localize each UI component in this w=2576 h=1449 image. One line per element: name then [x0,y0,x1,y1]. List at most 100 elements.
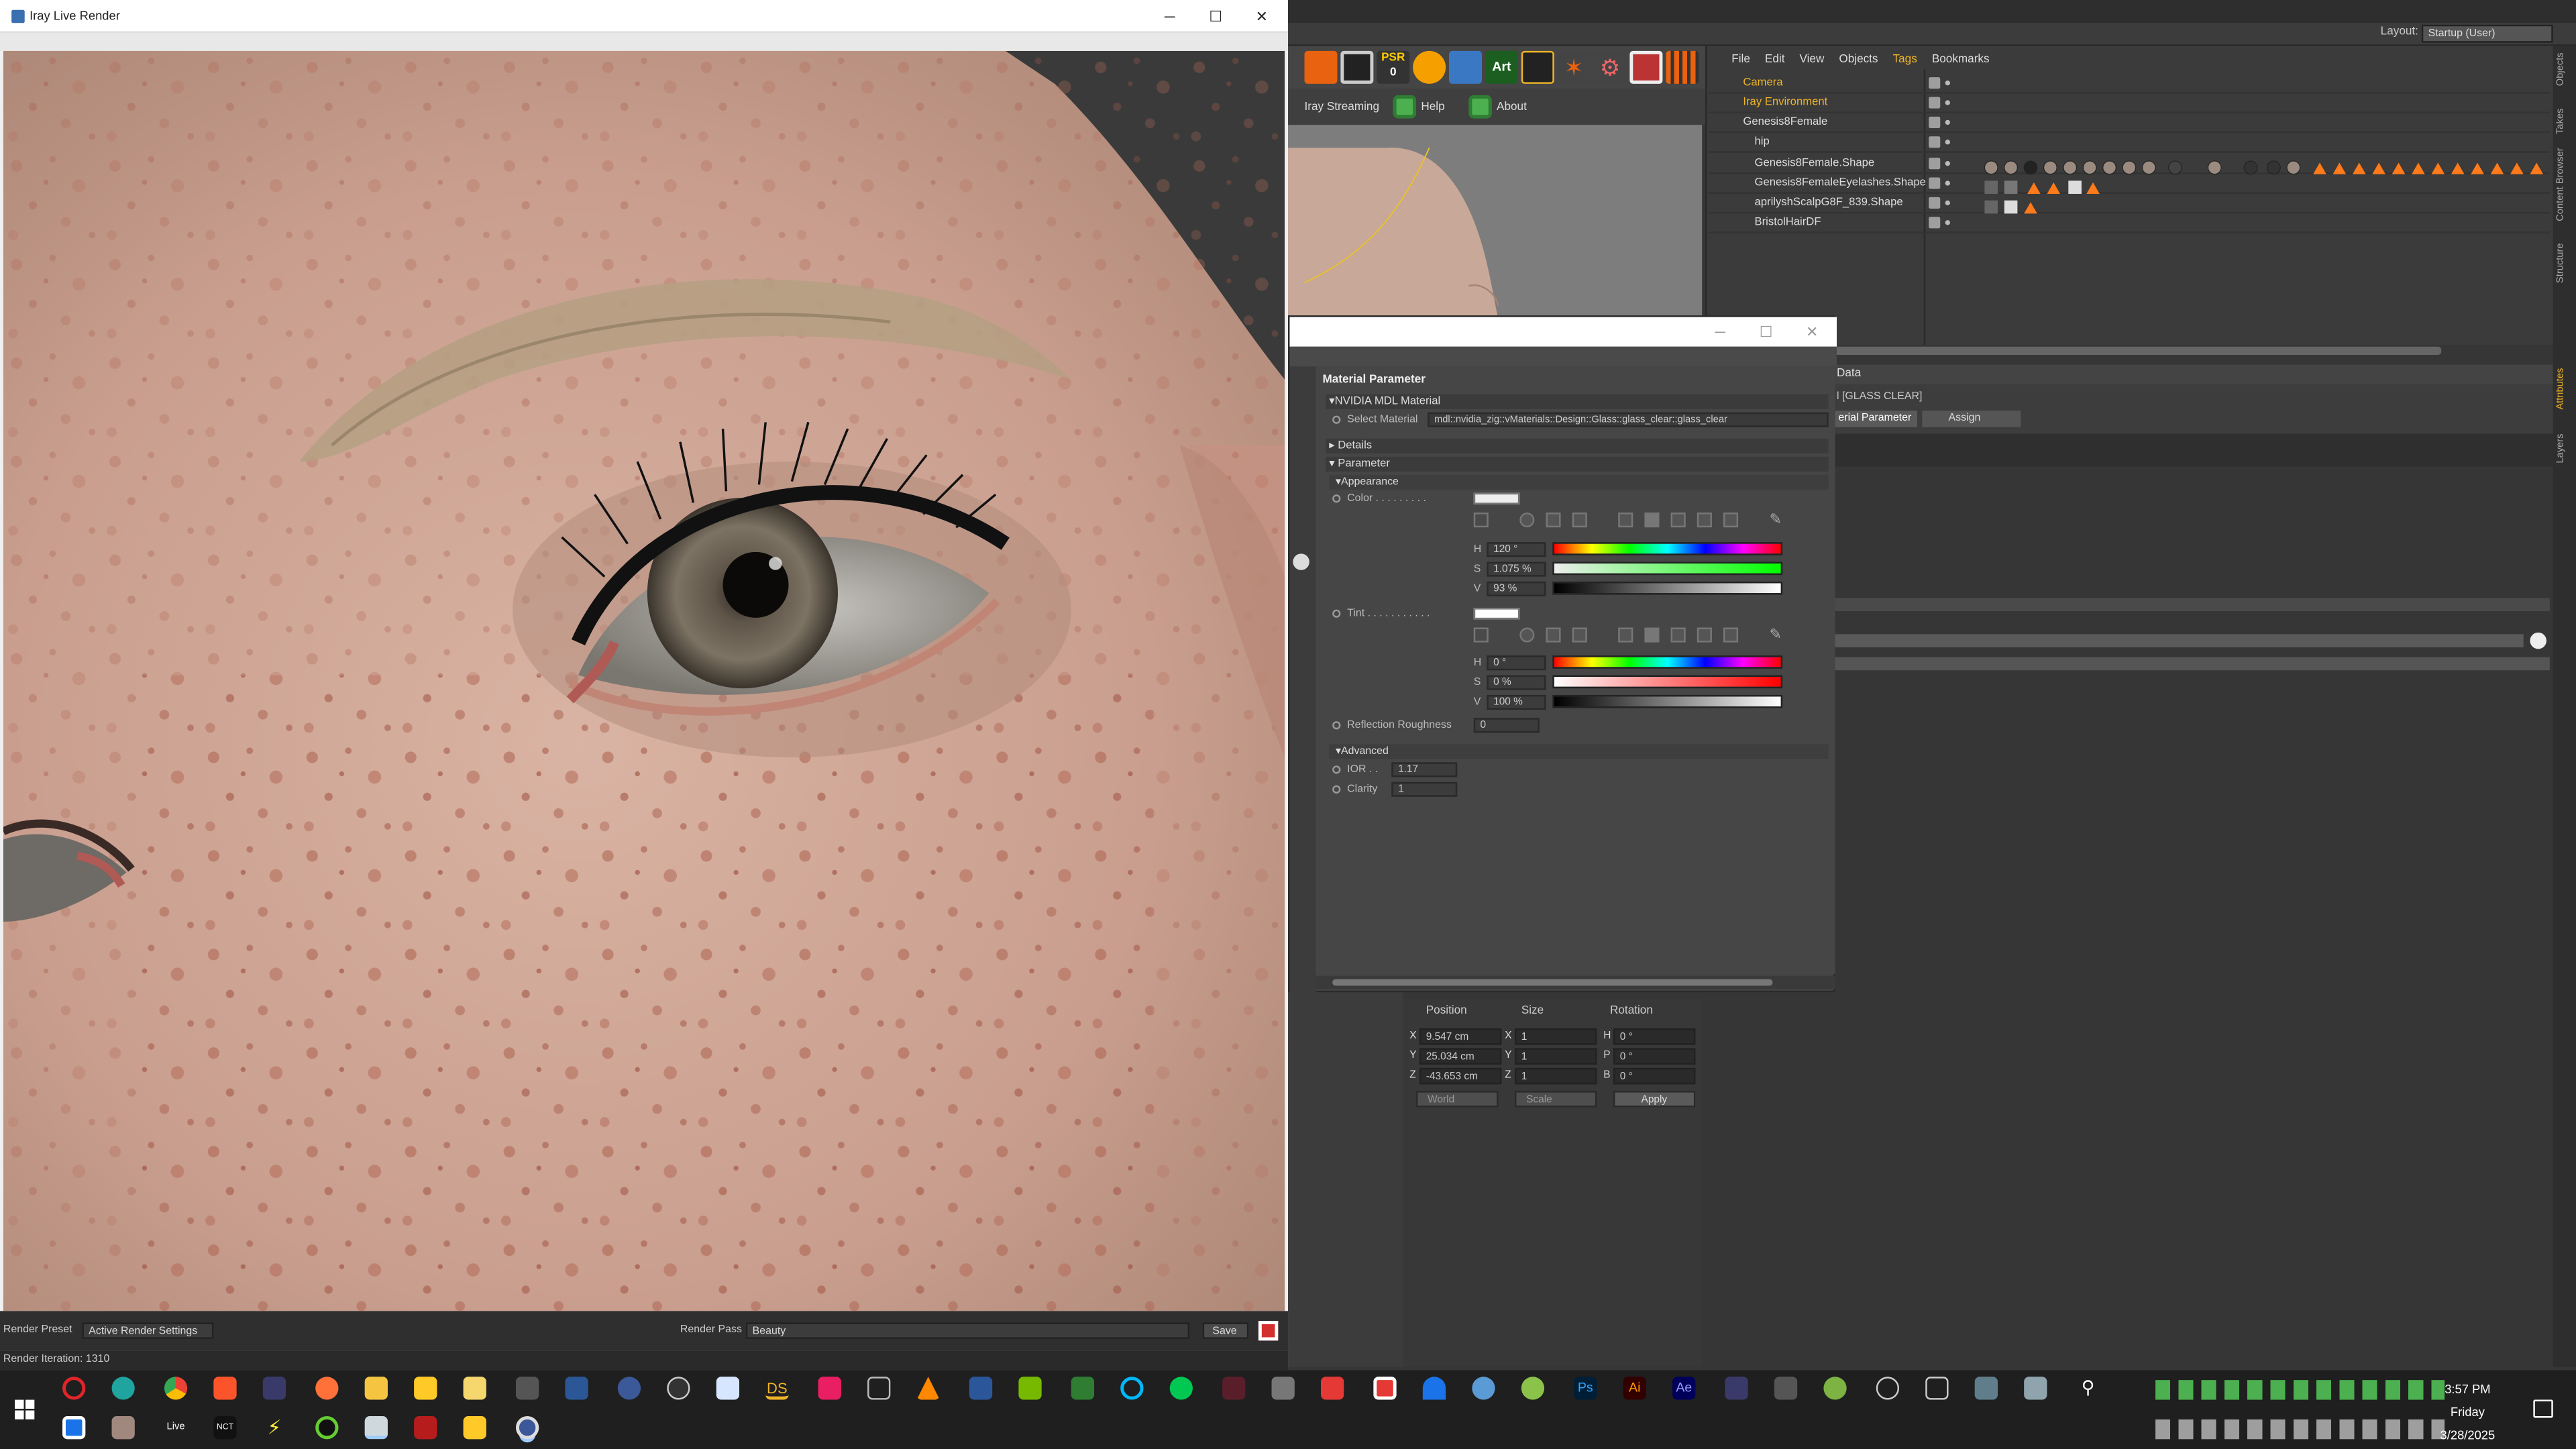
color-s-field[interactable]: 1.075 % [1487,561,1546,577]
render-toggle[interactable] [1945,80,1950,86]
color-h-field[interactable]: 120 ° [1487,542,1546,557]
maximize-icon[interactable]: ☐ [1203,5,1229,28]
logitech-icon[interactable] [1120,1377,1144,1400]
rotation-h-field[interactable]: 0 ° [1613,1028,1696,1045]
size-z-field[interactable]: 1 [1514,1067,1597,1085]
attr-tab-assign[interactable]: Assign [1922,411,2021,427]
cinema4d-icon[interactable] [617,1377,641,1400]
render-pass-select[interactable]: Beauty [745,1322,1190,1339]
cube-icon[interactable] [1925,1377,1949,1400]
windows-start-icon[interactable] [15,1399,35,1419]
c4d-active-icon[interactable] [515,1416,539,1440]
render-region-icon[interactable] [1340,50,1374,84]
illustrator-icon[interactable]: Ai [1623,1377,1646,1400]
hsv-icon[interactable] [1644,513,1660,528]
system-clock[interactable]: 3:57 PM Friday 3/28/2025 [2418,1379,2517,1448]
visibility-toggle[interactable] [1929,136,1941,148]
minimize-icon[interactable]: ─ [1707,321,1733,343]
magic-icon[interactable] [1449,50,1482,84]
chrome-icon[interactable] [164,1377,188,1400]
daz-studio-icon[interactable]: DS [765,1377,789,1400]
tint-swatch[interactable] [1473,608,1520,620]
pipette-icon[interactable] [1473,627,1489,643]
position-z-field[interactable]: -43.653 cm [1419,1067,1502,1085]
mixer-icon[interactable] [1697,513,1712,528]
lightning-icon[interactable]: ⚡ [263,1416,286,1439]
render-toggle[interactable] [1945,200,1950,206]
tray-icons-row2[interactable] [2155,1419,2445,1440]
psr-button[interactable]: PSR 0 [1377,50,1410,84]
ior-field[interactable]: 1.17 [1391,762,1458,777]
side-tab-layers[interactable]: Layers [2557,434,2567,464]
tint-v-field[interactable]: 100 % [1487,694,1546,710]
opera-icon[interactable] [62,1377,86,1400]
reflection-roughness-field[interactable]: 0 [1473,718,1540,733]
om-menu-tags[interactable]: Tags [1893,54,1917,69]
dialog-horizontal-scrollbar[interactable] [1316,975,1835,989]
visibility-toggle[interactable] [1929,177,1941,189]
color-radio[interactable] [1332,494,1341,503]
gear-icon[interactable]: ⚙ [1593,50,1627,84]
eyedropper-icon[interactable]: ✎ [1770,511,1782,529]
edge-icon[interactable] [111,1377,135,1400]
iray-streaming-button[interactable]: Iray Streaming [1305,95,1380,118]
reflection-roughness-radio[interactable] [1332,721,1341,730]
app-icon[interactable] [716,1377,740,1400]
size-y-field[interactable]: 1 [1514,1048,1597,1065]
notification-icon[interactable] [2533,1399,2553,1418]
section-appearance[interactable]: ▾Appearance [1329,474,1829,490]
grid-icon[interactable] [1666,50,1699,84]
rotation-b-field[interactable]: 0 ° [1613,1067,1696,1085]
image-icon[interactable] [1572,513,1587,528]
eyedropper-icon[interactable]: ✎ [1770,626,1782,644]
close-icon[interactable]: ✕ [1799,321,1825,343]
vs-icon[interactable] [1725,1377,1748,1400]
red-app-icon[interactable] [1320,1377,1344,1400]
attr-slider[interactable] [1833,634,2524,647]
object-row-genesis8female[interactable]: Genesis8Female [1708,113,2550,133]
sun-icon[interactable] [1876,1377,1900,1400]
apply-button[interactable]: Apply [1613,1091,1696,1108]
pipette-icon[interactable] [1473,513,1489,528]
about-button[interactable]: About [1468,95,1527,119]
file-explorer-icon[interactable] [463,1416,486,1440]
color-hue-slider[interactable] [1552,542,1783,555]
explorer-icon[interactable] [364,1416,388,1440]
visibility-toggle[interactable] [1929,97,1941,109]
color-saturation-slider[interactable] [1552,561,1783,576]
visibility-toggle[interactable] [1929,197,1941,209]
flash-icon[interactable] [414,1416,437,1440]
render-toggle[interactable] [1945,180,1950,186]
swatches-icon[interactable] [1723,627,1739,643]
grid-app-icon[interactable] [2024,1377,2047,1400]
search-icon[interactable]: ⚲ [2077,1377,2100,1399]
printer-icon[interactable] [1271,1377,1295,1400]
side-tab-attributes[interactable]: Attributes [2557,368,2567,410]
terminal-icon[interactable] [969,1377,993,1400]
minimize-icon[interactable]: ─ [1157,5,1183,28]
task-view-icon[interactable] [62,1416,86,1440]
folder-icon[interactable] [414,1377,437,1400]
files-icon[interactable] [364,1377,388,1400]
position-x-field[interactable]: 9.547 cm [1419,1028,1502,1045]
pdf-icon[interactable] [1222,1377,1246,1400]
eyelash-tag-icons[interactable] [1968,179,2133,195]
swatches-icon[interactable] [1723,513,1739,528]
pin-icon[interactable] [1293,553,1309,570]
tint-h-field[interactable]: 0 ° [1487,655,1546,671]
3d-viewport[interactable] [1288,125,1703,319]
joint-icon[interactable]: ✶ [1557,50,1591,84]
tint-radio[interactable] [1332,609,1341,618]
render-toggle[interactable] [1945,119,1950,125]
maximize-icon[interactable]: ☐ [1753,321,1779,343]
live-icon[interactable]: Live [164,1416,187,1439]
image-icon[interactable] [1572,627,1587,643]
stop-render-button[interactable] [1258,1320,1279,1341]
attr-tab-material-parameter[interactable]: erial Parameter [1835,411,1917,427]
section-details[interactable]: ▸ Details [1326,438,1829,453]
bookmark-icon[interactable] [1304,50,1338,84]
scroll-thumb[interactable] [1332,979,1773,986]
select-material-field[interactable]: mdl::nvidia_zig::vMaterials::Design::Gla… [1428,412,1829,427]
close-icon[interactable]: ✕ [1248,5,1275,28]
clarity-radio[interactable] [1332,785,1341,794]
